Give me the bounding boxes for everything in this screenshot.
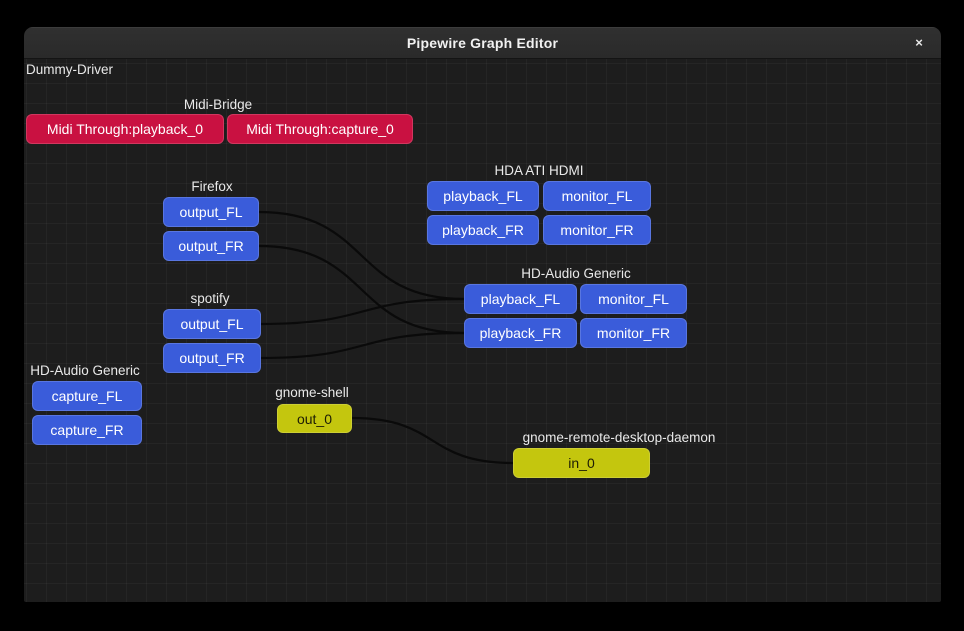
node-title-hd-audio-generic-capture: HD-Audio Generic (30, 363, 140, 378)
port-hda-ati-hdmi-playback_FR[interactable]: playback_FR (427, 215, 539, 245)
node-title-dummy-driver: Dummy-Driver (26, 62, 113, 77)
port-hda-ati-hdmi-monitor_FR[interactable]: monitor_FR (543, 215, 651, 245)
port-hd-audio-generic-playback-playback_FL[interactable]: playback_FL (464, 284, 577, 314)
port-firefox-output_FR[interactable]: output_FR (163, 231, 259, 261)
port-gnome-remote-desktop-daemon-in_0[interactable]: in_0 (513, 448, 650, 478)
port-hd-audio-generic-playback-monitor_FR[interactable]: monitor_FR (580, 318, 687, 348)
port-hda-ati-hdmi-playback_FL[interactable]: playback_FL (427, 181, 539, 211)
nodes-layer: Dummy-Driver Midi-Bridge Midi Through:play… (24, 59, 941, 602)
node-title-firefox: Firefox (191, 179, 232, 194)
port-spotify-output_FR[interactable]: output_FR (163, 343, 261, 373)
port-hda-ati-hdmi-monitor_FL[interactable]: monitor_FL (543, 181, 651, 211)
node-title-hd-audio-generic-playback: HD-Audio Generic (521, 266, 631, 281)
port-hd-audio-generic-playback-monitor_FL[interactable]: monitor_FL (580, 284, 687, 314)
window-title: Pipewire Graph Editor (407, 35, 558, 51)
port-hd-audio-generic-capture-capture_FR[interactable]: capture_FR (32, 415, 142, 445)
port-hd-audio-generic-capture-capture_FL[interactable]: capture_FL (32, 381, 142, 411)
port-hd-audio-generic-playback-playback_FR[interactable]: playback_FR (464, 318, 577, 348)
node-title-gnome-remote-desktop-daemon: gnome-remote-desktop-daemon (523, 430, 716, 445)
node-title-gnome-shell: gnome-shell (275, 385, 349, 400)
port-midi-bridge-Midi Through:capture_0[interactable]: Midi Through:capture_0 (227, 114, 413, 144)
graph-canvas[interactable]: Dummy-Driver Midi-Bridge Midi Through:play… (24, 59, 941, 602)
titlebar[interactable]: Pipewire Graph Editor × (24, 27, 941, 59)
pipewire-graph-editor-window: Pipewire Graph Editor × Dummy-Driver Midi… (24, 27, 941, 602)
port-midi-bridge-Midi Through:playback_0[interactable]: Midi Through:playback_0 (26, 114, 224, 144)
port-spotify-output_FL[interactable]: output_FL (163, 309, 261, 339)
node-title-spotify: spotify (190, 291, 229, 306)
port-firefox-output_FL[interactable]: output_FL (163, 197, 259, 227)
node-title-hda-ati-hdmi: HDA ATI HDMI (494, 163, 583, 178)
close-icon[interactable]: × (907, 31, 931, 55)
port-gnome-shell-out_0[interactable]: out_0 (277, 404, 352, 433)
node-title-midi-bridge: Midi-Bridge (184, 97, 252, 112)
